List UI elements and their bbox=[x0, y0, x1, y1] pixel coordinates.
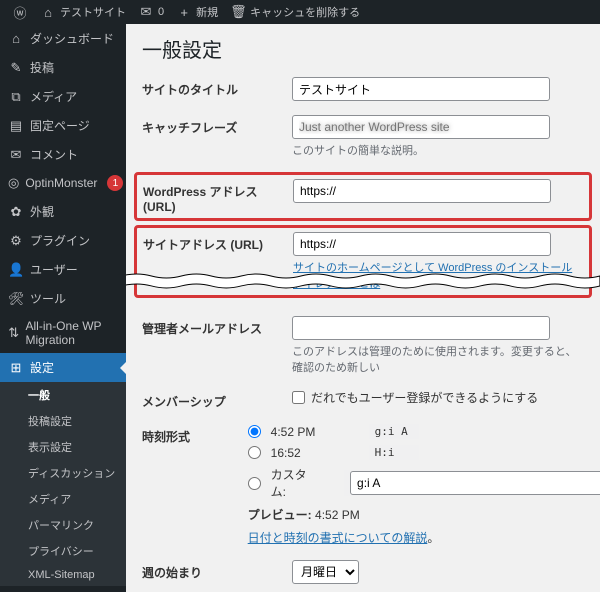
menu-icon: ▤ bbox=[8, 118, 24, 134]
submenu-item-2[interactable]: 表示設定 bbox=[0, 434, 126, 460]
admin-toolbar: ⓦ ⌂テストサイト ✉0 +新規 🗑キャッシュを削除する bbox=[0, 0, 600, 24]
time-format-option[interactable]: 4:52 PMg:i A bbox=[248, 424, 584, 439]
time-format-label: 時刻形式 bbox=[142, 424, 248, 445]
site-title-input[interactable] bbox=[292, 77, 550, 101]
sidebar-item-6[interactable]: ✿外観 bbox=[0, 197, 126, 226]
sidebar-item-3[interactable]: ▤固定ページ bbox=[0, 111, 126, 140]
comments-link[interactable]: ✉0 bbox=[132, 4, 170, 20]
site-url-input[interactable] bbox=[293, 232, 551, 256]
main-content: 一般設定 サイトのタイトル キャッチフレーズ このサイトの簡単な説明。 Word… bbox=[126, 24, 600, 592]
sidebar-item-12[interactable]: 🛡SiteGuard bbox=[0, 586, 126, 592]
tagline-desc: このサイトの簡単な説明。 bbox=[292, 142, 584, 158]
tagline-input[interactable] bbox=[292, 115, 550, 139]
admin-email-input[interactable] bbox=[292, 316, 550, 340]
time-format-option[interactable]: 16:52H:i bbox=[248, 445, 584, 460]
site-title-label: サイトのタイトル bbox=[142, 77, 292, 98]
week-start-label: 週の始まり bbox=[142, 560, 292, 581]
menu-icon: ⊞ bbox=[8, 360, 24, 376]
sidebar-item-9[interactable]: 🛠ツール bbox=[0, 284, 126, 313]
site-url-desc-link[interactable]: サイトのホームページとして WordPress のインストールディレクトリとは bbox=[293, 262, 572, 290]
sidebar-item-1[interactable]: ✎投稿 bbox=[0, 53, 126, 82]
time-format-custom-radio[interactable] bbox=[248, 477, 261, 490]
sidebar-item-7[interactable]: ⚙プラグイン bbox=[0, 226, 126, 255]
submenu-item-6[interactable]: プライバシー bbox=[0, 538, 126, 564]
new-content[interactable]: +新規 bbox=[170, 4, 224, 20]
wp-url-label: WordPress アドレス (URL) bbox=[143, 179, 293, 214]
time-format-custom-row[interactable]: カスタム: bbox=[248, 466, 584, 500]
wp-logo[interactable]: ⓦ bbox=[6, 3, 34, 22]
sidebar-item-10[interactable]: ⇅All-in-One WP Migration bbox=[0, 313, 126, 353]
submenu-item-4[interactable]: メディア bbox=[0, 486, 126, 512]
page-title: 一般設定 bbox=[142, 34, 584, 63]
clear-cache[interactable]: 🗑キャッシュを削除する bbox=[224, 4, 366, 20]
site-url-highlight: サイトアドレス (URL) サイトのホームページとして WordPress のイ… bbox=[134, 225, 592, 298]
menu-icon: ◎ bbox=[8, 175, 19, 191]
wp-url-input[interactable] bbox=[293, 179, 551, 203]
menu-icon: ✎ bbox=[8, 60, 24, 76]
sidebar-item-8[interactable]: 👤ユーザー bbox=[0, 255, 126, 284]
admin-sidebar: ⌂ダッシュボード✎投稿⧉メディア▤固定ページ✉コメント◎OptinMonster… bbox=[0, 24, 126, 592]
wp-url-highlight: WordPress アドレス (URL) bbox=[134, 172, 592, 221]
time-format-help-link[interactable]: 日付と時刻の書式についての解説 bbox=[248, 531, 428, 545]
menu-icon: ✉ bbox=[8, 147, 24, 163]
membership-checkbox[interactable] bbox=[292, 391, 305, 404]
week-start-select[interactable]: 月曜日 bbox=[292, 560, 359, 584]
site-name[interactable]: ⌂テストサイト bbox=[34, 4, 132, 20]
admin-email-desc: このアドレスは管理のために使用されます。変更すると、確認のため新しい bbox=[292, 343, 584, 375]
sidebar-item-5[interactable]: ◎OptinMonster1 bbox=[0, 169, 126, 197]
sidebar-item-4[interactable]: ✉コメント bbox=[0, 140, 126, 169]
submenu-item-5[interactable]: パーマリンク bbox=[0, 512, 126, 538]
membership-label: メンバーシップ bbox=[142, 389, 292, 410]
submenu-item-1[interactable]: 投稿設定 bbox=[0, 408, 126, 434]
tagline-label: キャッチフレーズ bbox=[142, 115, 292, 136]
submenu-item-7[interactable]: XML-Sitemap bbox=[0, 564, 126, 586]
sidebar-item-0[interactable]: ⌂ダッシュボード bbox=[0, 24, 126, 53]
sidebar-item-2[interactable]: ⧉メディア bbox=[0, 82, 126, 111]
menu-icon: ⌂ bbox=[8, 31, 24, 46]
membership-checkbox-row[interactable]: だれでもユーザー登録ができるようにする bbox=[292, 389, 584, 406]
menu-icon: ⇅ bbox=[8, 325, 20, 341]
sidebar-item-11[interactable]: ⊞設定 bbox=[0, 353, 126, 382]
menu-icon: ⚙ bbox=[8, 233, 24, 249]
menu-icon: ⧉ bbox=[8, 89, 24, 105]
time-format-custom-input[interactable] bbox=[350, 471, 600, 495]
submenu-item-3[interactable]: ディスカッション bbox=[0, 460, 126, 486]
menu-icon: ✿ bbox=[8, 204, 24, 220]
menu-icon: 🛠 bbox=[8, 291, 24, 307]
badge: 1 bbox=[107, 175, 123, 191]
menu-icon: 👤 bbox=[8, 262, 24, 278]
submenu-item-0[interactable]: 一般 bbox=[0, 382, 126, 408]
site-url-label: サイトアドレス (URL) bbox=[143, 232, 293, 253]
admin-email-label: 管理者メールアドレス bbox=[142, 316, 292, 337]
